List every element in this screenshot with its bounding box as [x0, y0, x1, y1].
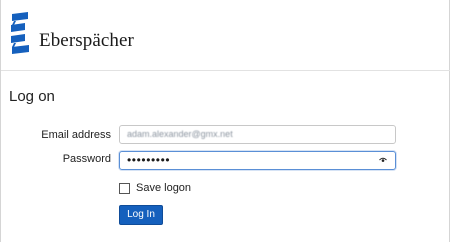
- save-logon-row[interactable]: Save logon: [119, 181, 191, 195]
- password-field[interactable]: •••••••••: [119, 151, 396, 170]
- password-label: Password: [62, 153, 111, 165]
- header: Eberspächer: [1, 0, 450, 71]
- save-logon-label[interactable]: Save logon: [136, 182, 191, 194]
- email-value: adam.alexander@gmx.net: [127, 129, 233, 139]
- brand-name: Eberspächer: [39, 30, 134, 51]
- save-logon-checkbox[interactable]: [119, 182, 130, 194]
- login-button[interactable]: Log In: [119, 205, 163, 225]
- eberspaecher-logo-icon: [11, 12, 29, 54]
- reveal-password-icon[interactable]: [379, 157, 387, 163]
- login-window: Eberspächer Log on Email address adam.al…: [0, 0, 450, 242]
- page-title: Log on: [9, 88, 55, 105]
- email-label: Email address: [41, 129, 111, 141]
- email-field[interactable]: adam.alexander@gmx.net: [119, 125, 396, 144]
- password-value: •••••••••: [127, 153, 171, 167]
